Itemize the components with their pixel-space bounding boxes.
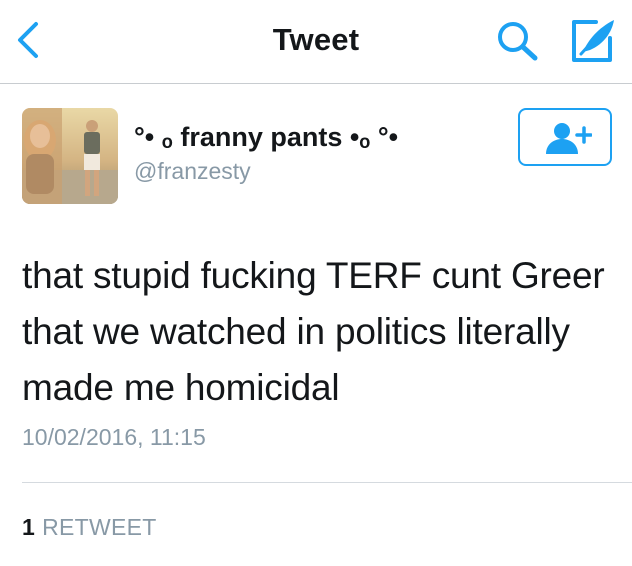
- nav-bar: Tweet: [0, 0, 632, 84]
- divider: [22, 482, 632, 483]
- retweet-stats[interactable]: 1 RETWEET: [22, 514, 157, 541]
- retweet-count: 1: [22, 514, 36, 540]
- author-handle[interactable]: @franzesty: [134, 158, 251, 185]
- tweet-timestamp: 10/02/2016, 11:15: [22, 424, 206, 450]
- search-icon[interactable]: [494, 18, 542, 62]
- tweet-text: that stupid fucking TERF cunt Greer that…: [22, 255, 605, 408]
- author-display-name[interactable]: °• ﻿ₒ franny pants •ₒ °•: [134, 122, 398, 153]
- compose-tweet-icon[interactable]: [566, 16, 618, 64]
- retweet-label: RETWEET: [42, 514, 157, 540]
- follow-button[interactable]: [518, 108, 612, 166]
- follow-user-icon: [546, 123, 592, 154]
- avatar[interactable]: [22, 108, 118, 204]
